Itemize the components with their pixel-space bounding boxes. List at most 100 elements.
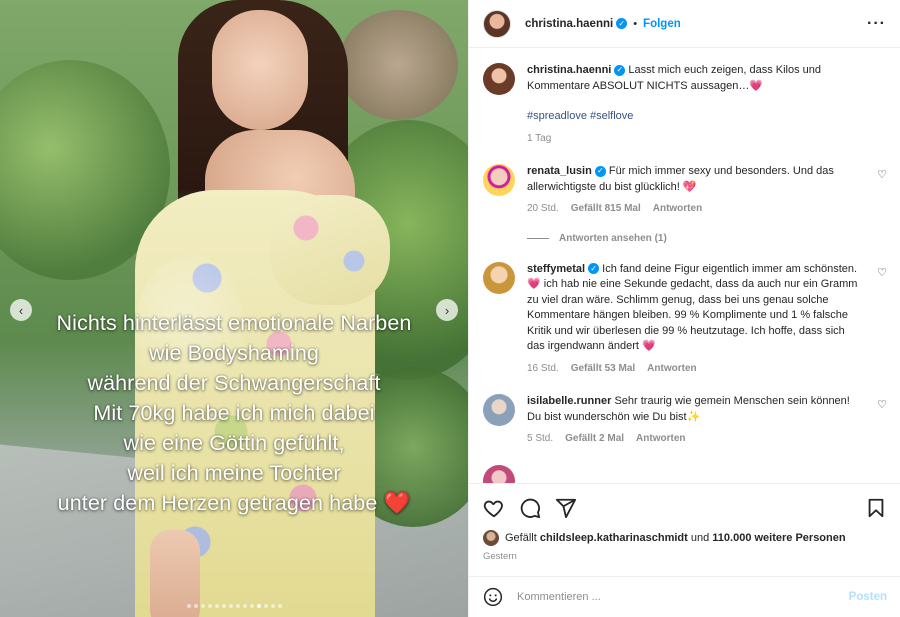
list-item xyxy=(483,464,887,483)
reply-button[interactable]: Antworten xyxy=(647,361,696,377)
bookmark-icon[interactable] xyxy=(865,497,887,519)
verified-icon: ✓ xyxy=(594,165,606,177)
comment-username[interactable]: renata_lusin xyxy=(527,165,592,177)
overlay-line: während der Schwangerschaft xyxy=(87,371,381,395)
carousel-dot xyxy=(249,604,254,608)
overlay-line: Nichts hinterlässt emotionale Narben xyxy=(56,311,412,335)
more-options-icon[interactable]: ··· xyxy=(867,15,886,33)
heart-icon[interactable]: ♡ xyxy=(877,266,887,279)
carousel-dot xyxy=(235,604,240,608)
comment-meta: 16 Std. Gefällt 53 Mal Antworten xyxy=(527,361,863,377)
comment-time: 16 Std. xyxy=(527,362,559,374)
next-slide-button[interactable]: › xyxy=(436,299,458,321)
background-flowers xyxy=(338,10,458,120)
comment-text: Ich fand deine Figur eigentlich immer am… xyxy=(527,262,858,353)
hashtags-text[interactable]: #spreadlove #selflove xyxy=(527,110,633,122)
dress-sleeve xyxy=(270,195,390,305)
heart-icon: ❤️ xyxy=(383,491,411,515)
previous-slide-button[interactable]: ‹ xyxy=(10,299,32,321)
avatar[interactable] xyxy=(483,530,499,546)
carousel-indicator xyxy=(0,604,468,608)
follow-button[interactable]: Folgen xyxy=(643,18,681,30)
carousel-dot xyxy=(193,604,198,608)
like-heart-icon[interactable] xyxy=(483,497,505,519)
carousel-dot xyxy=(214,604,219,608)
comment-body: steffymetal ✓ Ich fand deine Figur eigent… xyxy=(527,262,887,377)
divider xyxy=(527,237,549,239)
post-media[interactable]: Nichts hinterlässt emotionale Narben wie… xyxy=(0,0,468,617)
list-item: renata_lusin ✓ Für mich immer sexy und be… xyxy=(483,164,887,217)
post-button[interactable]: Posten xyxy=(849,591,887,603)
comments-list[interactable]: christina.haenni ✓ Lasst mich euch zeigen… xyxy=(469,49,900,483)
carousel-dot xyxy=(221,604,226,608)
reply-button[interactable]: Antworten xyxy=(636,431,685,447)
comment-username[interactable]: steffymetal xyxy=(527,263,585,275)
caption-time: 1 Tag xyxy=(527,132,552,144)
verified-icon: ✓ xyxy=(614,64,626,76)
avatar[interactable] xyxy=(483,261,515,294)
header-username[interactable]: christina.haenni xyxy=(525,18,613,30)
reply-button[interactable]: Antworten xyxy=(653,201,702,217)
comment-time: 5 Std. xyxy=(527,433,554,444)
list-item: steffymetal ✓ Ich fand deine Figur eigent… xyxy=(483,261,887,377)
hashtags[interactable]: #spreadlove #selflove xyxy=(527,109,863,125)
comment-input[interactable]: Kommentieren ... xyxy=(517,591,849,603)
caption-body: christina.haenni ✓ Lasst mich euch zeigen… xyxy=(527,63,887,146)
comment-time: 20 Std. xyxy=(527,203,559,214)
verified-icon: ✓ xyxy=(588,263,600,275)
post-header: christina.haenni ✓ • Folgen ··· xyxy=(469,0,900,48)
likes-user[interactable]: childsleep.katharinaschmidt xyxy=(540,532,688,544)
carousel-dot xyxy=(200,604,205,608)
comment-body: renata_lusin ✓ Für mich immer sexy und be… xyxy=(527,164,887,217)
comment-body: isilabelle.runner Sehr traurig wie gemei… xyxy=(527,394,887,447)
list-item: isilabelle.runner Sehr traurig wie gemei… xyxy=(483,394,887,447)
verified-icon: ✓ xyxy=(616,18,628,29)
comment-meta: 5 Std. Gefällt 2 Mal Antworten xyxy=(527,431,863,447)
share-icon[interactable] xyxy=(555,497,577,519)
separator: • xyxy=(633,17,638,30)
avatar[interactable] xyxy=(483,394,515,426)
carousel-dot xyxy=(256,604,261,608)
chevron-right-icon: › xyxy=(444,302,450,318)
carousel-dot xyxy=(263,604,268,608)
emoji-icon[interactable] xyxy=(483,587,503,607)
carousel-dot xyxy=(207,604,212,608)
comment-likes[interactable]: Gefällt 53 Mal xyxy=(571,361,635,377)
heart-icon[interactable]: ♡ xyxy=(877,168,887,181)
comment-icon[interactable] xyxy=(519,497,541,519)
overlay-line-text: unter dem Herzen getragen habe xyxy=(57,491,378,515)
post-panel: christina.haenni ✓ • Folgen ··· christin… xyxy=(468,0,900,617)
post-date: Gestern xyxy=(483,551,517,562)
post-actions: Gefällt childsleep.katharinaschmidt und … xyxy=(469,483,900,576)
comment-likes[interactable]: Gefällt 2 Mal xyxy=(565,431,624,447)
likes-middle: und xyxy=(690,532,710,544)
heart-icon[interactable]: ♡ xyxy=(877,398,887,411)
avatar[interactable] xyxy=(483,9,511,38)
caption-meta: 1 Tag xyxy=(527,131,863,147)
carousel-dot xyxy=(228,604,233,608)
view-replies-button[interactable]: Antworten ansehen (1) xyxy=(527,233,887,244)
comment-likes[interactable]: Gefällt 815 Mal xyxy=(571,201,641,217)
overlay-line: weil ich meine Tochter xyxy=(127,461,341,485)
comment-meta: 20 Std. Gefällt 815 Mal Antworten xyxy=(527,201,863,217)
action-icons xyxy=(483,496,887,520)
avatar[interactable] xyxy=(483,164,515,196)
chevron-left-icon: ‹ xyxy=(18,302,24,318)
likes-prefix: Gefällt xyxy=(505,532,537,544)
overlay-line: wie eine Göttin gefühlt, xyxy=(123,431,345,455)
carousel-dot xyxy=(277,604,282,608)
overlay-text: Nichts hinterlässt emotionale Narben wie… xyxy=(0,308,468,518)
caption-username[interactable]: christina.haenni xyxy=(527,64,611,76)
avatar[interactable] xyxy=(483,464,515,483)
likes-count[interactable]: 110.000 weitere Personen xyxy=(712,532,845,544)
woman-face xyxy=(212,10,308,130)
comment-username[interactable]: isilabelle.runner xyxy=(527,395,611,407)
caption: christina.haenni ✓ Lasst mich euch zeigen… xyxy=(483,63,887,146)
carousel-dot xyxy=(186,604,191,608)
view-replies-label[interactable]: Antworten ansehen (1) xyxy=(559,233,667,244)
likes-summary: Gefällt childsleep.katharinaschmidt und … xyxy=(483,530,887,546)
overlay-line: unter dem Herzen getragen habe ❤️ xyxy=(0,488,468,518)
carousel-dot xyxy=(270,604,275,608)
avatar[interactable] xyxy=(483,63,515,95)
overlay-line: wie Bodyshaming xyxy=(148,341,319,365)
